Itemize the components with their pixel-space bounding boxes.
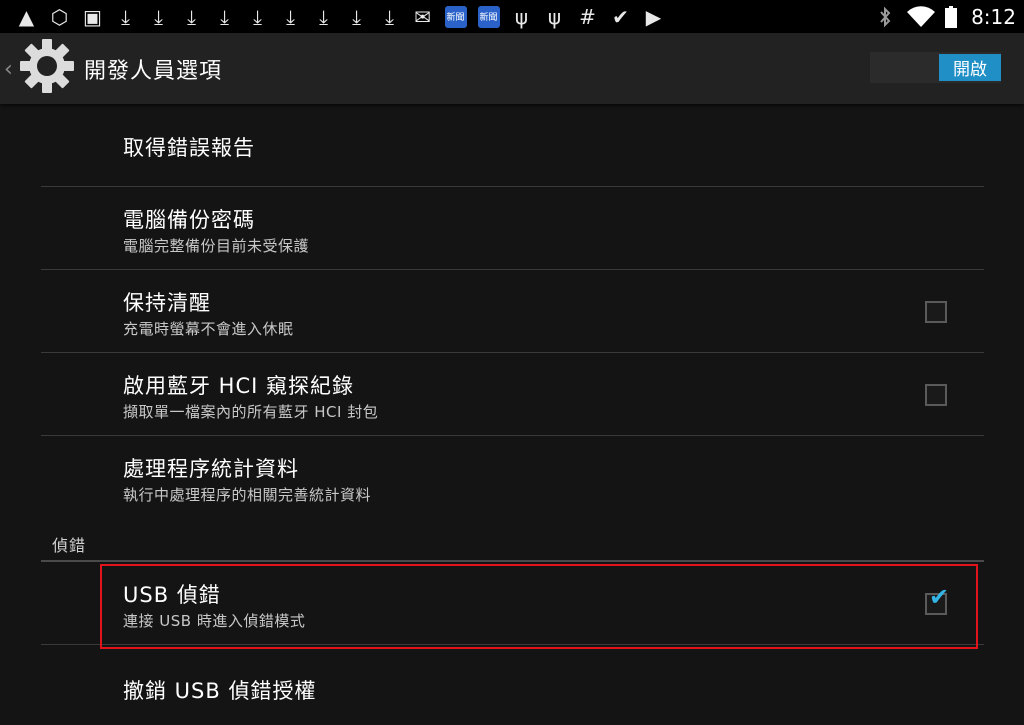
- bluetooth-hci-summary: 擷取單一檔案內的所有藍牙 HCI 封包: [123, 403, 379, 421]
- download-icon: ⤓: [187, 4, 196, 29]
- stay-awake-summary: 充電時螢幕不會進入休眠: [123, 320, 294, 338]
- store-bag-icon: ✔: [612, 4, 629, 29]
- download-icon: ⤓: [253, 4, 262, 29]
- stay-awake-checkbox[interactable]: [925, 301, 947, 323]
- news-app-icon: 新聞: [472, 0, 505, 33]
- usb-debugging-summary: 連接 USB 時進入偵錯模式: [123, 612, 306, 630]
- list-item-bluetooth-hci-log[interactable]: 啟用藍牙 HCI 窺探紀錄 擷取單一檔案內的所有藍牙 HCI 封包: [41, 353, 984, 436]
- download-icon: ⤓: [121, 4, 130, 29]
- section-header-debugging: 偵錯: [52, 536, 87, 555]
- list-item-backup-password[interactable]: 電腦備份密碼 電腦完整備份目前未受保護: [41, 187, 984, 270]
- download-icon: ⤓: [220, 4, 229, 29]
- switch-on-label: 開啟: [939, 54, 1001, 81]
- news-app-icon: 新聞: [439, 0, 472, 33]
- checkmark-icon: ✔: [929, 583, 950, 611]
- list-item-process-stats[interactable]: 處理程序統計資料 執行中處理程序的相關完善統計資料: [41, 436, 984, 518]
- usb-icon: ψ: [514, 4, 529, 29]
- mail-icon: ✉: [414, 4, 431, 29]
- process-stats-title: 處理程序統計資料: [123, 457, 299, 481]
- bug-report-title: 取得錯誤報告: [123, 136, 255, 160]
- clock-badge-icon: ⬡: [50, 4, 69, 29]
- download-icon: ⤓: [385, 4, 394, 29]
- status-bar: ▲ ⬡ ▣ ⤓ ⤓ ⤓ ⤓ ⤓ ⤓ ⤓ ⤓ ⤓ ✉ 新聞 新聞 ψ ψ # ✔ ▶ 8:12: [0, 0, 1024, 33]
- list-item-stay-awake[interactable]: 保持清醒 充電時螢幕不會進入休眠: [41, 270, 984, 353]
- download-icon: ⤓: [319, 4, 328, 29]
- backup-password-title: 電腦備份密碼: [123, 208, 255, 232]
- settings-list: 取得錯誤報告 電腦備份密碼 電腦完整備份目前未受保護 保持清醒 充電時螢幕不會進…: [0, 104, 1024, 725]
- download-icon: ⤓: [154, 4, 163, 29]
- warning-icon: ▲: [18, 4, 35, 29]
- backup-password-summary: 電腦完整備份目前未受保護: [123, 237, 310, 255]
- download-icon: ⤓: [352, 4, 361, 29]
- developer-options-switch[interactable]: 開啟: [870, 52, 1001, 83]
- action-bar: ‹ 開發人員選項 開啟: [0, 33, 1024, 104]
- page-title: 開發人員選項: [84, 59, 223, 84]
- bluetooth-hci-checkbox[interactable]: [925, 384, 947, 406]
- bluetooth-icon: [868, 0, 901, 33]
- list-item-usb-debugging[interactable]: USB 偵錯 連接 USB 時進入偵錯模式 ✔: [41, 562, 984, 645]
- usb-debugging-title: USB 偵錯: [123, 583, 221, 607]
- wifi-icon: [901, 0, 941, 33]
- hash-icon: #: [579, 4, 596, 29]
- up-caret-icon[interactable]: ‹: [4, 57, 13, 82]
- play-store-icon: ▶: [645, 4, 662, 29]
- revoke-usb-title: 撤銷 USB 偵錯授權: [123, 679, 317, 703]
- list-item-bug-report[interactable]: 取得錯誤報告: [41, 104, 984, 187]
- usb-icon: ψ: [547, 4, 562, 29]
- image-icon: ▣: [83, 4, 102, 29]
- system-icons: 8:12: [868, 0, 1024, 33]
- list-item-revoke-usb-auth[interactable]: 撤銷 USB 偵錯授權: [41, 645, 984, 725]
- settings-gear-icon[interactable]: [18, 37, 76, 95]
- battery-icon: [941, 0, 961, 33]
- download-icon: ⤓: [286, 4, 295, 29]
- clock-time: 8:12: [971, 4, 1016, 29]
- bluetooth-hci-title: 啟用藍牙 HCI 窺探紀錄: [123, 374, 354, 398]
- notification-icons: ▲ ⬡ ▣ ⤓ ⤓ ⤓ ⤓ ⤓ ⤓ ⤓ ⤓ ⤓ ✉ 新聞 新聞 ψ ψ # ✔ ▶: [0, 0, 670, 33]
- process-stats-summary: 執行中處理程序的相關完善統計資料: [123, 486, 372, 504]
- usb-debugging-checkbox[interactable]: ✔: [925, 585, 949, 615]
- stay-awake-title: 保持清醒: [123, 291, 211, 315]
